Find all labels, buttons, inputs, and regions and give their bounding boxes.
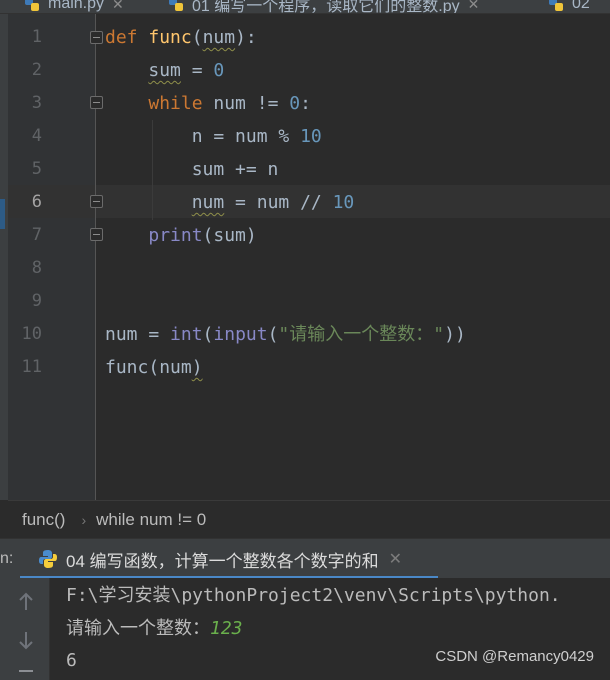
watermark: CSDN @Remancy0429: [435, 648, 594, 665]
code-token: print: [148, 225, 203, 246]
tab-label: 02: [572, 0, 590, 12]
close-icon[interactable]: ✕: [112, 0, 124, 13]
tab-main-py[interactable]: main.py ✕: [24, 0, 124, 13]
run-label: n:: [0, 550, 14, 567]
code-token: (sum): [202, 225, 257, 246]
code-line[interactable]: def func(num):: [105, 21, 257, 54]
code-line[interactable]: num = num // 10: [105, 186, 355, 219]
code-token: sum: [148, 60, 181, 81]
line-number: 3: [31, 93, 42, 113]
console-user-input: 123: [210, 618, 243, 639]
code-token: n = num %: [105, 126, 301, 147]
gutter-separator: [95, 14, 96, 500]
run-configuration-tab[interactable]: 04 编写函数，计算一个整数各个数字的和 ✕: [20, 539, 438, 579]
code-token: (: [191, 27, 203, 48]
code-token: ):: [235, 27, 257, 48]
arrow-down-icon[interactable]: [14, 628, 38, 652]
line-number: 4: [31, 126, 42, 146]
code-line[interactable]: n = num % 10: [105, 120, 322, 153]
line-number: 9: [31, 291, 42, 311]
line-number: 8: [31, 258, 42, 278]
fold-end-marker-while[interactable]: [90, 195, 103, 208]
python-icon: [38, 549, 58, 569]
arrow-up-icon[interactable]: [14, 590, 38, 614]
soft-wrap-icon[interactable]: [14, 664, 38, 680]
python-file-icon: [24, 0, 40, 12]
code-token: num =: [105, 324, 171, 345]
code-line[interactable]: print(sum): [105, 219, 257, 252]
code-token: func(: [105, 357, 160, 378]
breadcrumb-item-while[interactable]: while num != 0: [96, 510, 206, 530]
code-token: 0: [289, 93, 301, 114]
code-token: (: [202, 324, 214, 345]
code-token: 10: [332, 192, 355, 213]
code-line[interactable]: num = int(input("请输入一个整数：")): [105, 318, 466, 351]
line-number: 1: [31, 27, 42, 47]
tab-02[interactable]: 02: [548, 0, 590, 13]
console-command-line: F:\学习安装\pythonProject2\venv\Scripts\pyth…: [66, 585, 561, 606]
code-token: sum += n: [105, 159, 279, 180]
code-token: num: [159, 357, 192, 378]
close-icon[interactable]: ✕: [389, 549, 402, 569]
breadcrumb: func() › while num != 0: [8, 500, 610, 538]
code-line[interactable]: sum = 0: [105, 54, 224, 87]
console-prompt: 请输入一个整数：: [66, 618, 210, 639]
tab-label: main.py: [48, 0, 105, 12]
fold-marker-def[interactable]: [90, 31, 103, 44]
code-token: while: [148, 93, 203, 114]
code-token: num: [191, 192, 225, 213]
line-number: 2: [31, 60, 42, 80]
code-token: func: [148, 27, 192, 48]
code-token: (: [267, 324, 279, 345]
fold-marker-while[interactable]: [90, 96, 103, 109]
code-token: = num //: [224, 192, 333, 213]
code-token: ): [191, 357, 203, 378]
run-tab-title: 04 编写函数，计算一个整数各个数字的和: [66, 551, 379, 571]
code-line[interactable]: while num != 0:: [105, 87, 311, 120]
code-token: =: [180, 60, 214, 81]
line-number: 6: [31, 192, 42, 212]
line-number: 5: [31, 159, 42, 179]
python-file-icon: [548, 0, 564, 12]
code-token: input: [213, 324, 268, 345]
editor-tab-bar: main.py ✕ 01 编写一个程序，读取它们的整数.py ✕ 02: [0, 0, 610, 14]
code-token: )): [444, 324, 466, 345]
structure-marker: [0, 199, 5, 229]
line-number: 10: [21, 324, 42, 344]
line-number: 11: [21, 357, 42, 377]
code-token: int: [170, 324, 203, 345]
run-tool-window-header: n: 04 编写函数，计算一个整数各个数字的和 ✕: [0, 538, 610, 579]
tab-label: 01 编写一个程序，读取它们的整数.py: [192, 0, 460, 14]
code-line[interactable]: func(num): [105, 351, 203, 384]
console-output-line: 6: [66, 650, 77, 671]
chevron-right-icon: ›: [81, 511, 87, 528]
close-icon[interactable]: ✕: [468, 0, 480, 13]
code-line[interactable]: sum += n: [105, 153, 279, 186]
code-token: "请输入一个整数：": [278, 324, 445, 345]
code-token: 0: [213, 60, 225, 81]
code-token: num: [202, 27, 236, 48]
fold-end-marker-def[interactable]: [90, 228, 103, 241]
run-toolbar: [0, 578, 50, 680]
tab-01[interactable]: 01 编写一个程序，读取它们的整数.py ✕: [168, 0, 480, 14]
left-tool-strip: [0, 14, 8, 500]
python-file-icon: [168, 0, 184, 12]
code-token: 10: [300, 126, 322, 147]
code-token: def: [105, 27, 149, 48]
breadcrumb-item-func[interactable]: func(): [22, 510, 65, 530]
console-prompt-line: 请输入一个整数：123: [66, 613, 243, 645]
code-token: :: [300, 93, 311, 114]
code-token: num !=: [202, 93, 290, 114]
line-number: 7: [31, 225, 42, 245]
